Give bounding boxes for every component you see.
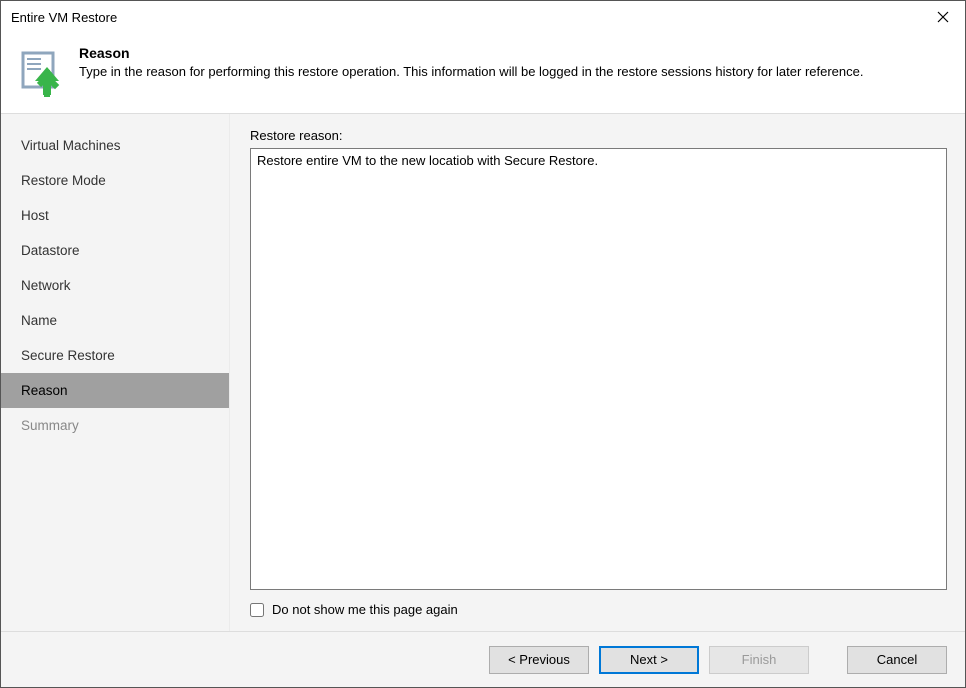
sidebar-item-name[interactable]: Name <box>1 303 229 338</box>
cancel-button[interactable]: Cancel <box>847 646 947 674</box>
close-icon <box>937 11 949 23</box>
restore-wizard-window: Entire VM Restore Reason Type in the rea… <box>0 0 966 688</box>
restore-reason-input[interactable] <box>250 148 947 590</box>
wizard-header-text: Reason Type in the reason for performing… <box>79 45 863 81</box>
sidebar-item-label: Virtual Machines <box>21 138 121 153</box>
sidebar-item-label: Datastore <box>21 243 80 258</box>
wizard-footer: < Previous Next > Finish Cancel <box>1 631 965 687</box>
sidebar-item-label: Reason <box>21 383 68 398</box>
window-title: Entire VM Restore <box>11 10 117 25</box>
sidebar-item-reason[interactable]: Reason <box>1 373 229 408</box>
next-button[interactable]: Next > <box>599 646 699 674</box>
sidebar-item-datastore[interactable]: Datastore <box>1 233 229 268</box>
sidebar-item-label: Network <box>21 278 71 293</box>
wizard-main-panel: Restore reason: Do not show me this page… <box>229 114 965 631</box>
restore-vm-icon <box>17 49 65 97</box>
sidebar-item-summary: Summary <box>1 408 229 443</box>
sidebar-item-label: Restore Mode <box>21 173 106 188</box>
do-not-show-label: Do not show me this page again <box>272 602 458 617</box>
sidebar-item-virtual-machines[interactable]: Virtual Machines <box>1 128 229 163</box>
sidebar-item-host[interactable]: Host <box>1 198 229 233</box>
wizard-body: Virtual Machines Restore Mode Host Datas… <box>1 114 965 631</box>
restore-reason-label: Restore reason: <box>250 128 947 143</box>
sidebar-item-secure-restore[interactable]: Secure Restore <box>1 338 229 373</box>
sidebar-item-label: Name <box>21 313 57 328</box>
finish-button: Finish <box>709 646 809 674</box>
wizard-step-description: Type in the reason for performing this r… <box>79 63 863 81</box>
sidebar-item-label: Summary <box>21 418 79 433</box>
wizard-sidebar: Virtual Machines Restore Mode Host Datas… <box>1 114 229 631</box>
wizard-step-title: Reason <box>79 45 863 61</box>
previous-button[interactable]: < Previous <box>489 646 589 674</box>
do-not-show-row[interactable]: Do not show me this page again <box>250 602 947 617</box>
sidebar-item-label: Host <box>21 208 49 223</box>
wizard-header: Reason Type in the reason for performing… <box>1 33 965 114</box>
sidebar-item-network[interactable]: Network <box>1 268 229 303</box>
sidebar-item-restore-mode[interactable]: Restore Mode <box>1 163 229 198</box>
sidebar-item-label: Secure Restore <box>21 348 115 363</box>
do-not-show-checkbox[interactable] <box>250 603 264 617</box>
titlebar: Entire VM Restore <box>1 1 965 33</box>
window-close-button[interactable] <box>920 1 965 33</box>
